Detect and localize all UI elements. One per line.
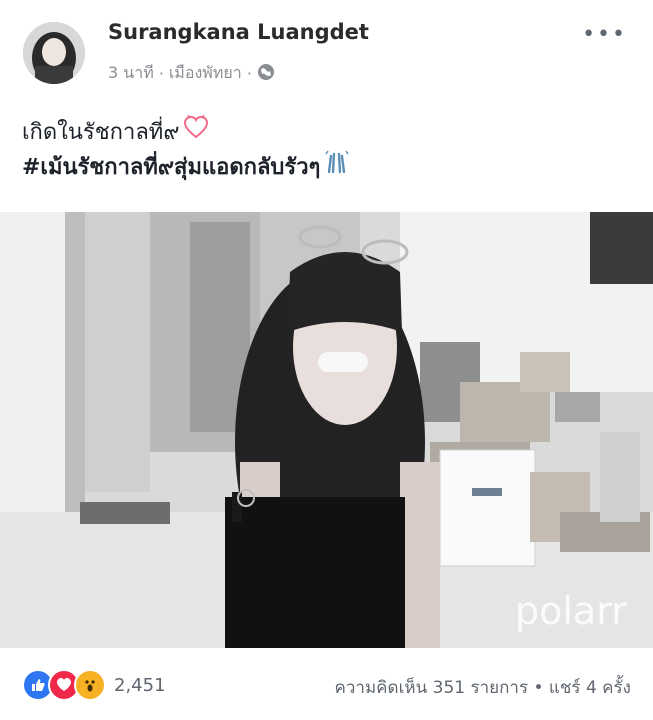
separator: ·: [158, 64, 164, 83]
post-header: Surangkana Luangdet 3 นาที · เมืองพัทยา …: [0, 0, 653, 100]
avatar-image: [23, 22, 85, 84]
reactions-summary[interactable]: 2,451: [22, 669, 166, 701]
separator: ·: [246, 64, 252, 83]
hashtag[interactable]: #เม้นรัชกาลที่๙สุ่มแอดกลับรัวๆ: [22, 151, 320, 185]
post-meta: 3 นาที · เมืองพัทยา ·: [108, 61, 275, 86]
avatar[interactable]: [23, 22, 85, 84]
caption-line-2: #เม้นรัชกาลที่๙สุ่มแอดกลับรัวๆ: [22, 150, 350, 185]
post-photo[interactable]: polarr: [0, 212, 653, 648]
photo-image: polarr: [0, 212, 653, 648]
globe-icon: [257, 63, 275, 85]
heart-emoji-icon: [183, 114, 209, 150]
reaction-count[interactable]: 2,451: [114, 675, 166, 696]
wow-icon: [74, 669, 106, 701]
more-options-icon[interactable]: •••: [582, 22, 627, 47]
post-location[interactable]: เมืองพัทยา: [169, 61, 242, 86]
photo-watermark: polarr: [515, 589, 627, 633]
post-caption: เกิดในรัชกาลที่๙ #เม้นรัชกาลที่๙สุ่มแอดก…: [22, 114, 350, 185]
comments-shares-count[interactable]: ความคิดเห็น 351 รายการ • แชร์ 4 ครั้ง: [335, 674, 631, 701]
caption-text-1: เกิดในรัชกาลที่๙: [22, 119, 180, 145]
raised-hands-emoji-icon: [324, 150, 350, 185]
post-time[interactable]: 3 นาที: [108, 61, 154, 86]
author-name[interactable]: Surangkana Luangdet: [108, 20, 369, 44]
caption-line-1: เกิดในรัชกาลที่๙: [22, 114, 350, 150]
post-footer: 2,451 ความคิดเห็น 351 รายการ • แชร์ 4 คร…: [0, 648, 653, 720]
